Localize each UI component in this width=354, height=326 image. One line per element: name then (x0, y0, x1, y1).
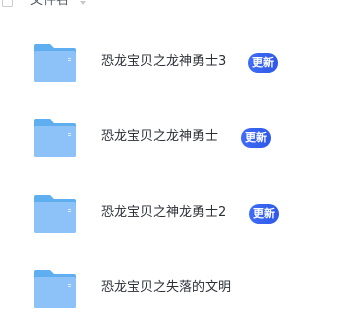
file-name[interactable]: 恐龙宝贝之失落的文明 (101, 280, 231, 296)
update-badge: 更新 (248, 53, 278, 73)
file-name[interactable]: 恐龙宝贝之龙神勇士3 (101, 54, 226, 70)
folder-icon (32, 268, 78, 308)
file-name[interactable]: 恐龙宝贝之神龙勇士2 (101, 205, 226, 221)
file-row[interactable]: 恐龙宝贝之失落的文明 (0, 268, 354, 318)
file-name[interactable]: 恐龙宝贝之龙神勇士 (101, 129, 218, 145)
file-row[interactable]: 恐龙宝贝之龙神勇士 更新 (0, 117, 354, 167)
name-column-header[interactable]: 文件名 (30, 0, 69, 8)
folder-icon (32, 42, 78, 82)
sort-down-icon[interactable] (80, 1, 86, 5)
file-row[interactable]: 恐龙宝贝之龙神勇士3 更新 (0, 42, 354, 92)
folder-icon (32, 117, 78, 157)
file-row[interactable]: 恐龙宝贝之神龙勇士2 更新 (0, 193, 354, 243)
file-list-header: 文件名 (0, 0, 354, 12)
update-badge: 更新 (249, 204, 279, 224)
update-badge: 更新 (241, 128, 271, 148)
select-all-checkbox[interactable] (2, 0, 13, 7)
folder-icon (32, 193, 78, 233)
